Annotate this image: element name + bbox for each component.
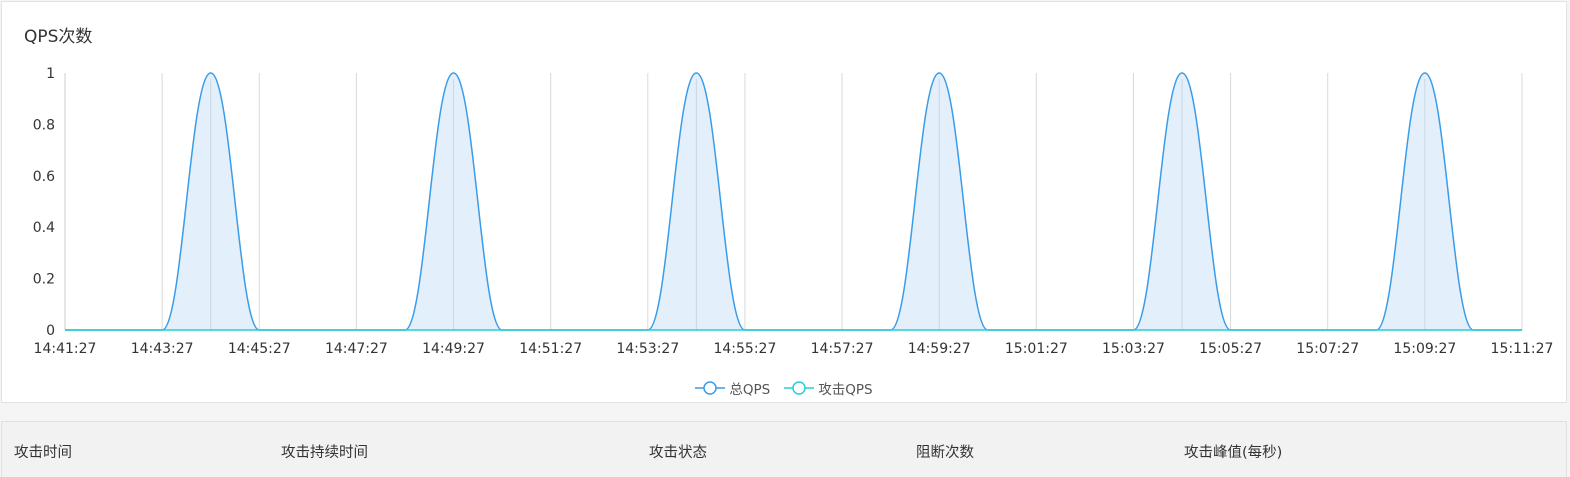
table-header-attack-status: 攻击状态: [649, 445, 707, 461]
qps-chart: 0 0.2 0.4 0.6 0.8 1 14:41:27 14:43:27 14:45:27 14…: [33, 66, 1554, 357]
x-tick-label: 14:59:27: [908, 341, 971, 357]
table-header-attack-time: 攻击时间: [14, 445, 72, 461]
x-tick-label: 14:55:27: [713, 341, 776, 357]
series-line-total-qps: [65, 72, 1522, 331]
chart-legend: 总QPS 攻击QPS: [2, 378, 1566, 398]
x-tick-label: 14:53:27: [616, 341, 679, 357]
y-tick-label: 0.2: [33, 272, 55, 288]
legend-label-attack-qps: 攻击QPS: [818, 382, 873, 398]
table-header-row: 攻击时间 攻击持续时间 攻击状态 阻断次数 攻击峰值(每秒): [2, 422, 1566, 477]
x-tick-label: 15:09:27: [1393, 341, 1456, 357]
x-tick-label: 15:05:27: [1199, 341, 1262, 357]
attack-table: 攻击时间 攻击持续时间 攻击状态 阻断次数 攻击峰值(每秒): [1, 421, 1567, 477]
x-tick-label: 15:03:27: [1102, 341, 1165, 357]
qps-chart-panel: QPS次数 0 0.2 0.4 0.6 0.8 1 14:41:27 14:43:27 14:4…: [1, 1, 1567, 403]
x-tick-label: 14:45:27: [228, 341, 291, 357]
legend-swatch-attack-qps: [784, 381, 815, 395]
series-area-total-qps: [65, 73, 1522, 330]
y-tick-label: 0.6: [33, 169, 55, 185]
x-tick-label: 14:49:27: [422, 341, 485, 357]
y-tick-label: 1: [46, 66, 55, 82]
legend-item-attack-qps[interactable]: 攻击QPS: [784, 378, 873, 398]
x-tick-label: 14:47:27: [325, 341, 388, 357]
y-tick-label: 0.8: [33, 117, 55, 133]
y-tick-label: 0: [46, 323, 55, 339]
legend-item-total-qps[interactable]: 总QPS: [695, 378, 770, 398]
table-header-block-count: 阻断次数: [916, 445, 974, 461]
x-tick-label: 14:51:27: [519, 341, 582, 357]
legend-swatch-total-qps: [695, 381, 726, 395]
legend-label-total-qps: 总QPS: [729, 382, 771, 398]
x-tick-label: 14:57:27: [811, 341, 874, 357]
table-header-attack-duration: 攻击持续时间: [281, 445, 368, 461]
table-header-attack-peak: 攻击峰值(每秒): [1184, 445, 1283, 461]
x-tick-label: 15:01:27: [1005, 341, 1068, 357]
x-tick-label: 14:41:27: [34, 341, 97, 357]
x-tick-label: 15:11:27: [1491, 341, 1554, 357]
x-tick-label: 15:07:27: [1296, 341, 1359, 357]
x-tick-label: 14:43:27: [131, 341, 194, 357]
y-tick-label: 0.4: [33, 220, 55, 236]
